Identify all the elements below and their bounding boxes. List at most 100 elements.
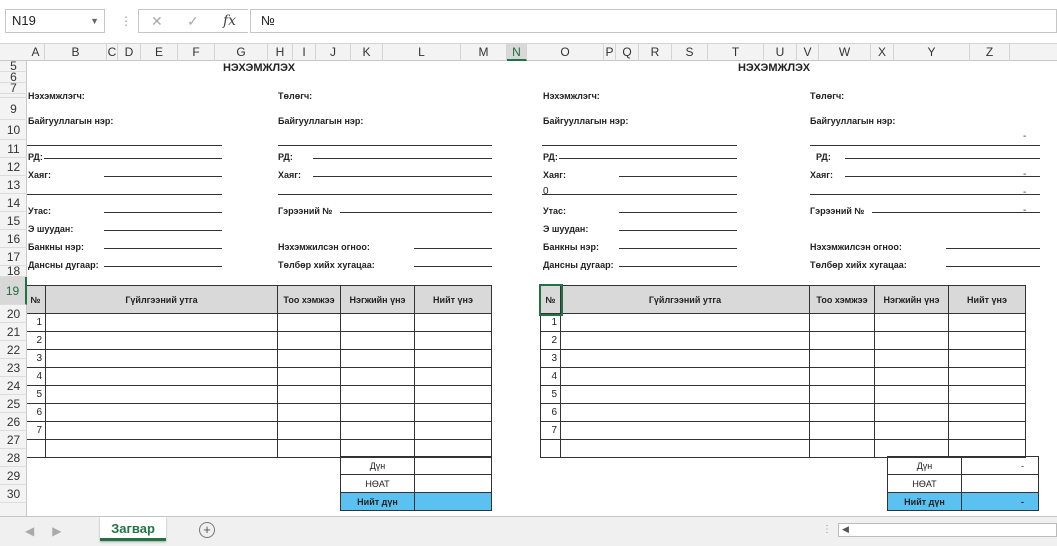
- row-header-24[interactable]: 24: [0, 377, 27, 395]
- table-cell[interactable]: [809, 331, 875, 350]
- row-header-12[interactable]: 12: [0, 158, 27, 176]
- table-cell[interactable]: [874, 439, 949, 458]
- table-cell[interactable]: [874, 421, 949, 440]
- table-cell[interactable]: [560, 349, 810, 368]
- summary-value-total[interactable]: -: [961, 492, 1039, 511]
- table-cell[interactable]: [874, 331, 949, 350]
- table-cell[interactable]: [948, 403, 1026, 422]
- row-header-10[interactable]: 10: [0, 120, 27, 140]
- row-header-14[interactable]: 14: [0, 194, 27, 212]
- worksheet-grid[interactable]: НЭХЭМЖЛЭХ Нэхэмжлэгч: Байгууллагын нэр: РД:…: [27, 61, 1057, 516]
- row-header-23[interactable]: 23: [0, 359, 27, 377]
- column-header-j[interactable]: J: [316, 44, 351, 61]
- summary-value-subtotal[interactable]: -: [961, 456, 1039, 475]
- row-header-16[interactable]: 16: [0, 230, 27, 248]
- column-header-q[interactable]: Q: [616, 44, 639, 61]
- column-header-f[interactable]: F: [178, 44, 215, 61]
- formula-bar-area: N19 ▼ ⋮ ✕ ✓ fx №: [0, 0, 1057, 44]
- row-header-21[interactable]: 21: [0, 323, 27, 341]
- row-header-15[interactable]: 15: [0, 212, 27, 230]
- column-header-l[interactable]: L: [383, 44, 461, 61]
- row-header-27[interactable]: 27: [0, 431, 27, 449]
- cancel-icon[interactable]: ✕: [151, 13, 163, 30]
- enter-icon[interactable]: ✓: [187, 13, 199, 30]
- column-header-e[interactable]: E: [141, 44, 178, 61]
- summary-row-subtotal: Дүн -: [887, 456, 1039, 475]
- table-cell[interactable]: [560, 403, 810, 422]
- table-cell[interactable]: [809, 385, 875, 404]
- column-header-v[interactable]: V: [797, 44, 819, 61]
- sheet-nav-arrows[interactable]: ◀▶: [25, 524, 79, 538]
- row-header-25[interactable]: 25: [0, 395, 27, 413]
- row-header-11[interactable]: 11: [0, 140, 27, 158]
- table-cell[interactable]: [809, 421, 875, 440]
- row-header-18[interactable]: 18: [0, 265, 27, 277]
- table-cell[interactable]: [560, 313, 810, 332]
- table-cell[interactable]: [809, 439, 875, 458]
- column-header-r[interactable]: R: [639, 44, 672, 61]
- table-cell[interactable]: [560, 367, 810, 386]
- table-cell[interactable]: [809, 403, 875, 422]
- column-header-d[interactable]: D: [118, 44, 141, 61]
- table-cell[interactable]: [809, 313, 875, 332]
- fx-icon[interactable]: fx: [223, 13, 236, 29]
- column-header-t[interactable]: T: [708, 44, 764, 61]
- row-header-9[interactable]: 9: [0, 98, 27, 120]
- column-header-z[interactable]: Z: [970, 44, 1010, 61]
- table-cell[interactable]: [948, 439, 1026, 458]
- table-cell[interactable]: [560, 331, 810, 350]
- column-header-p[interactable]: P: [604, 44, 616, 61]
- table-cell[interactable]: [874, 349, 949, 368]
- table-cell[interactable]: [874, 403, 949, 422]
- column-header-m[interactable]: M: [461, 44, 507, 61]
- table-cell[interactable]: [560, 421, 810, 440]
- column-header-u[interactable]: U: [764, 44, 797, 61]
- summary-value-vat[interactable]: [961, 474, 1039, 493]
- column-header-n[interactable]: N: [507, 44, 527, 61]
- table-cell[interactable]: [948, 385, 1026, 404]
- table-cell[interactable]: [948, 367, 1026, 386]
- column-header-a[interactable]: A: [27, 44, 45, 61]
- table-cell[interactable]: [809, 349, 875, 368]
- column-header-i[interactable]: I: [293, 44, 316, 61]
- table-cell[interactable]: [948, 331, 1026, 350]
- row-header-22[interactable]: 22: [0, 341, 27, 359]
- formula-input[interactable]: №: [250, 9, 1057, 33]
- sheet-tab-zagvar[interactable]: Загвар: [100, 517, 166, 541]
- row-header-20[interactable]: 20: [0, 305, 27, 323]
- column-header-x[interactable]: X: [871, 44, 894, 61]
- column-header-b[interactable]: B: [45, 44, 107, 61]
- table-cell[interactable]: [948, 313, 1026, 332]
- table-cell[interactable]: [560, 439, 810, 458]
- table-cell[interactable]: [874, 367, 949, 386]
- table-cell[interactable]: [809, 367, 875, 386]
- name-box[interactable]: N19 ▼: [5, 9, 105, 33]
- row-header-30[interactable]: 30: [0, 485, 27, 503]
- scroll-left-icon[interactable]: ◀: [842, 524, 849, 535]
- row-number: 4: [540, 367, 561, 386]
- row-header-19[interactable]: 19: [0, 277, 27, 305]
- column-header-h[interactable]: H: [268, 44, 293, 61]
- table-cell[interactable]: [948, 421, 1026, 440]
- row-header-7[interactable]: 7: [0, 82, 27, 94]
- chevron-down-icon[interactable]: ▼: [90, 10, 99, 32]
- column-header-s[interactable]: S: [672, 44, 708, 61]
- column-header-c[interactable]: C: [107, 44, 118, 61]
- column-header-w[interactable]: W: [819, 44, 871, 61]
- column-header-o[interactable]: O: [527, 44, 604, 61]
- table-cell[interactable]: [948, 349, 1026, 368]
- table-cell[interactable]: [874, 385, 949, 404]
- row-header-26[interactable]: 26: [0, 413, 27, 431]
- row-header-28[interactable]: 28: [0, 449, 27, 467]
- add-sheet-icon[interactable]: +: [199, 522, 215, 538]
- row-header-13[interactable]: 13: [0, 176, 27, 194]
- summary-row-vat: НӨАТ: [887, 474, 1039, 493]
- column-header-k[interactable]: K: [351, 44, 383, 61]
- row-header-29[interactable]: 29: [0, 467, 27, 485]
- table-cell[interactable]: [874, 313, 949, 332]
- horizontal-scrollbar[interactable]: ◀: [838, 523, 1057, 537]
- column-header-g[interactable]: G: [215, 44, 268, 61]
- drag-handle-icon[interactable]: ⋮: [120, 14, 132, 28]
- column-header-y[interactable]: Y: [894, 44, 970, 61]
- table-cell[interactable]: [560, 385, 810, 404]
